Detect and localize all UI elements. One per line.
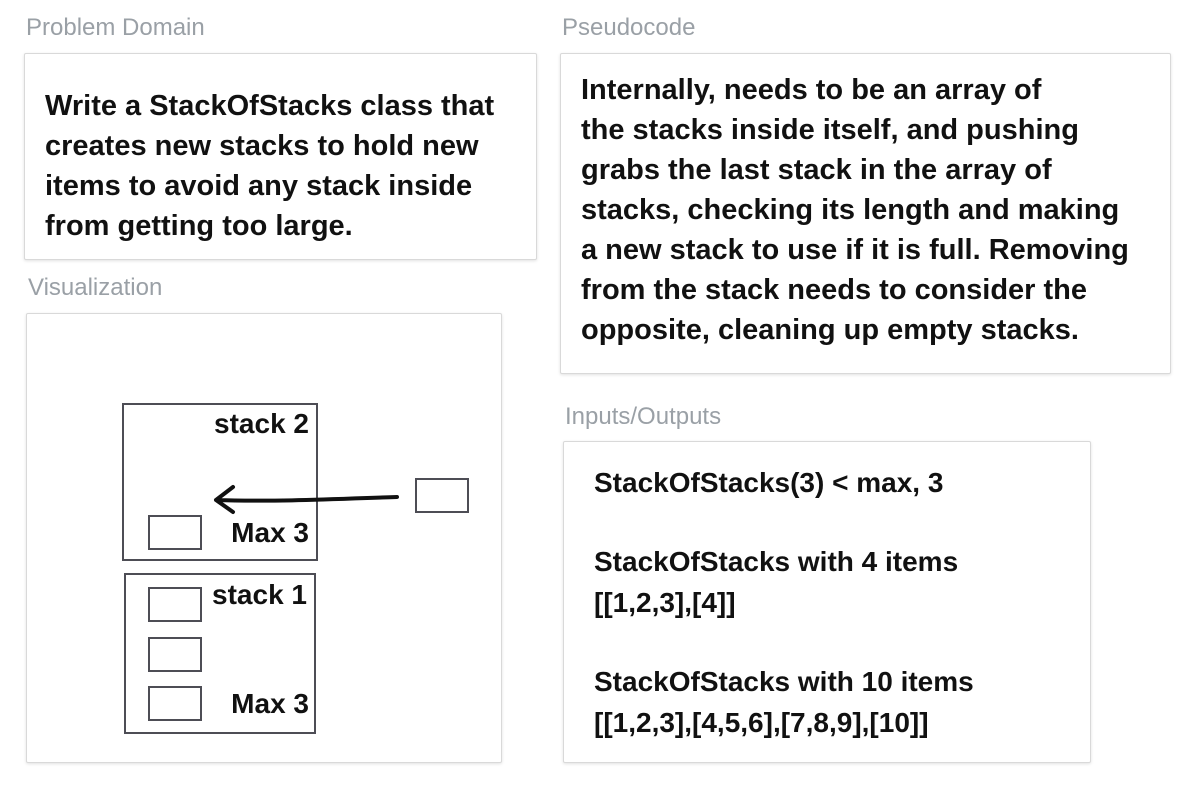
incoming-item-box bbox=[415, 478, 469, 513]
stack-1-max-label: Max 3 bbox=[231, 688, 309, 719]
push-arrow-icon bbox=[214, 485, 399, 514]
pseudocode-card: Internally, needs to be an array of the … bbox=[560, 53, 1171, 374]
stack-2-title: stack 2 bbox=[214, 408, 309, 439]
io-line: [[1,2,3],[4]] bbox=[594, 587, 736, 618]
stack-2-item-box bbox=[148, 515, 202, 550]
pseudocode-text: Internally, needs to be an array of the … bbox=[581, 74, 1129, 346]
stack-2-max-label: Max 3 bbox=[231, 517, 309, 548]
stack-diagram: stack 2 Max 3 stack 1 Max 3 bbox=[122, 403, 469, 734]
io-line: StackOfStacks with 10 items bbox=[594, 666, 974, 697]
visualization-card: stack 2 Max 3 stack 1 Max 3 bbox=[26, 313, 502, 763]
stack-1-title: stack 1 bbox=[212, 579, 307, 610]
problem-domain-card: Write a StackOfStacks class that creates… bbox=[24, 53, 537, 260]
inputs-outputs-card: StackOfStacks(3) < max, 3 StackOfStacks … bbox=[563, 441, 1091, 763]
io-line: StackOfStacks with 4 items bbox=[594, 546, 959, 577]
stack-1-item-box bbox=[148, 637, 202, 672]
inputs-outputs-label: Inputs/Outputs bbox=[565, 403, 722, 430]
pseudocode-label: Pseudocode bbox=[562, 14, 696, 41]
io-line: [[1,2,3],[4,5,6],[7,8,9],[10]] bbox=[594, 707, 929, 738]
visualization-label: Visualization bbox=[28, 274, 163, 301]
problem-domain-text: Write a StackOfStacks class that creates… bbox=[45, 90, 495, 242]
problem-domain-label: Problem Domain bbox=[26, 14, 205, 41]
io-line: StackOfStacks(3) < max, 3 bbox=[594, 467, 944, 498]
stack-1-item-box bbox=[148, 686, 202, 721]
stack-1-item-box bbox=[148, 587, 202, 622]
